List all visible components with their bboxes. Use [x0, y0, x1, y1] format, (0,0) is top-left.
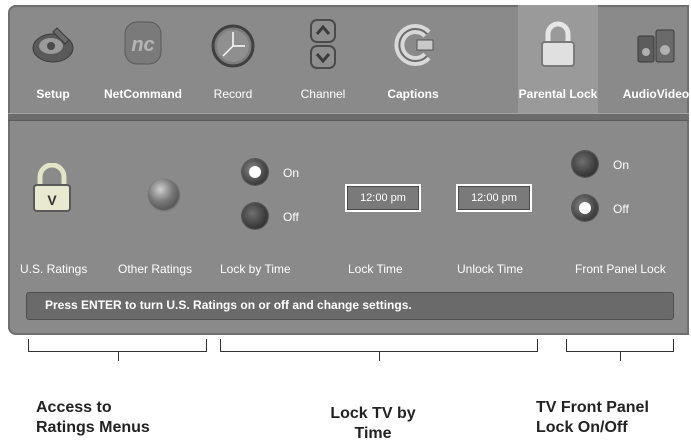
parental-lock-menu-panel: Setup nc NetCommand Record Channel Capti… — [8, 5, 689, 335]
front-panel-lock-off-radio[interactable] — [572, 195, 598, 221]
lock-by-time-off-label: Off — [283, 210, 299, 224]
tab-parental-lock[interactable]: Parental Lock — [518, 5, 598, 113]
unlock-time-label: Unlock Time — [457, 262, 524, 276]
status-bar: Press ENTER to turn U.S. Ratings on or o… — [26, 292, 674, 320]
captions-icon — [394, 24, 434, 66]
channel-icon — [310, 19, 336, 69]
lock-time-field[interactable]: 12:00 pm — [345, 184, 421, 212]
bracket-ratings-menus — [28, 339, 207, 361]
us-ratings-lock-icon[interactable]: V — [30, 163, 74, 213]
netcommand-icon: nc — [124, 21, 162, 65]
tab-captions-label: Captions — [387, 87, 439, 101]
front-panel-lock-on-label: On — [613, 158, 630, 172]
caption-lock-by-time: Lock TV by Time — [330, 405, 416, 442]
tab-record[interactable]: Record — [193, 5, 273, 113]
lock-by-time-on-radio[interactable] — [242, 159, 268, 185]
tab-setup[interactable]: Setup — [13, 5, 93, 113]
lock-by-time-on-label: On — [283, 166, 300, 180]
setup-icon — [32, 27, 74, 63]
front-panel-lock-on-radio[interactable] — [572, 151, 598, 177]
status-message: Press ENTER to turn U.S. Ratings on or o… — [45, 298, 412, 312]
us-ratings-label: U.S. Ratings — [20, 262, 88, 276]
unlock-time-field[interactable]: 12:00 pm — [456, 184, 532, 212]
caption-front-panel: TV Front Panel Lock On/Off — [536, 399, 649, 436]
bracket-front-panel — [566, 339, 674, 361]
lock-time-label: Lock Time — [348, 262, 403, 276]
bracket-lock-by-time — [220, 339, 538, 361]
other-ratings-button[interactable] — [149, 179, 179, 209]
svg-text:nc: nc — [131, 34, 154, 56]
other-ratings-label: Other Ratings — [118, 262, 193, 276]
record-icon — [211, 24, 255, 68]
caption-ratings-menus: Access to Ratings Menus — [36, 399, 150, 436]
tab-captions[interactable]: Captions — [373, 5, 453, 113]
tab-audio-video[interactable]: AudioVideo — [616, 5, 691, 113]
tab-channel[interactable]: Channel — [283, 5, 363, 113]
tab-audio-video-label: AudioVideo — [622, 87, 690, 101]
svg-text:V: V — [47, 192, 57, 208]
lock-by-time-label: Lock by Time — [220, 262, 291, 276]
audio-video-icon — [637, 29, 675, 63]
front-panel-lock-label: Front Panel Lock — [575, 262, 666, 276]
menu-tab-bar: Setup nc NetCommand Record Channel Capti… — [8, 5, 689, 113]
front-panel-lock-off-label: Off — [613, 202, 629, 216]
menu-divider — [8, 113, 689, 121]
tab-netcommand[interactable]: nc NetCommand — [103, 5, 183, 113]
lock-by-time-off-radio[interactable] — [242, 203, 268, 229]
padlock-icon — [541, 21, 575, 67]
